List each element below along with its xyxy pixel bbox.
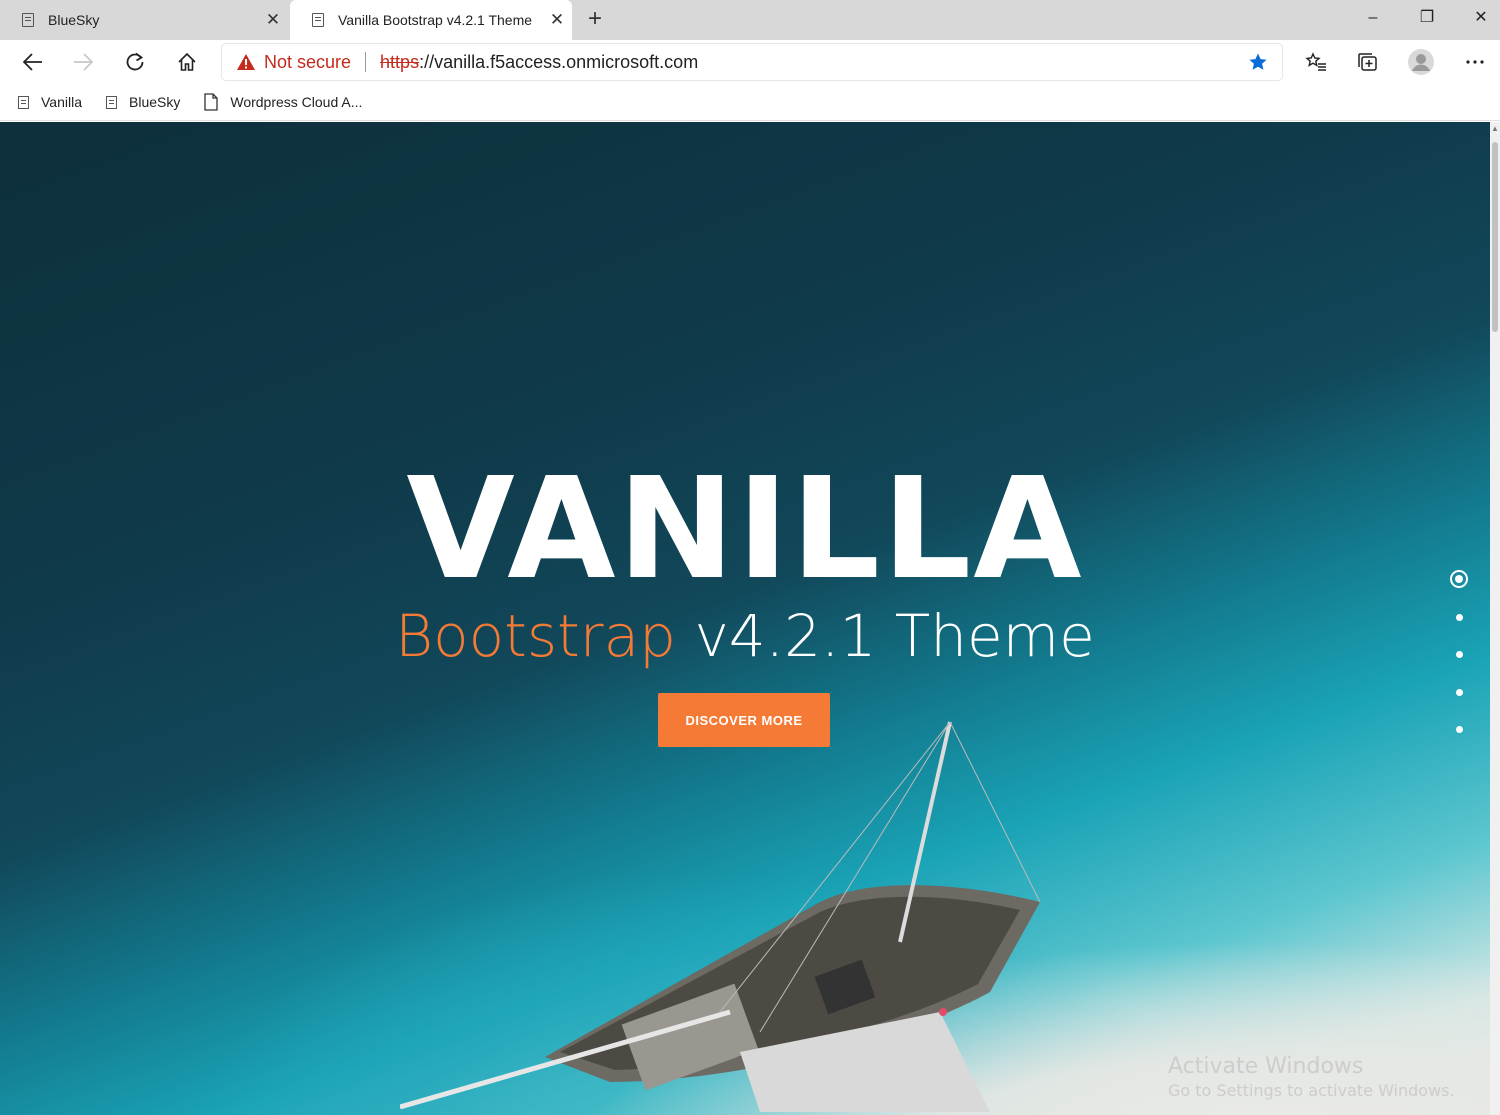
collections-button[interactable] [1351,46,1385,78]
page-icon [106,95,117,109]
security-status[interactable]: Not secure [264,52,351,73]
address-divider [365,52,367,72]
new-tab-button[interactable]: + [580,4,610,34]
address-bar[interactable]: Not secure https://vanilla.f5access.onmi… [222,44,1282,80]
bookmark-vanilla[interactable]: Vanilla [18,94,82,110]
bookmark-label: BlueSky [129,94,181,110]
page-icon [22,13,34,27]
bookmarks-bar: Vanilla BlueSky Wordpress Cloud A... [0,84,1500,121]
watermark-subtitle: Go to Settings to activate Windows. [1168,1081,1455,1100]
minimize-button[interactable]: – [1346,0,1400,36]
pagination-dot[interactable] [1456,651,1463,658]
hero-title: VANILLA [406,448,1084,611]
refresh-icon [126,52,144,71]
restore-button[interactable]: ❐ [1400,0,1454,36]
favorites-list-icon [1305,52,1326,71]
browser-window: BlueSky ✕ Vanilla Bootstrap v4.2.1 Theme… [0,0,1500,1115]
favorites-button[interactable] [1299,46,1333,78]
close-window-button[interactable]: ✕ [1454,0,1500,36]
pagination-dot[interactable] [1456,689,1463,696]
page-icon [18,95,29,109]
watermark-title: Activate Windows [1168,1054,1364,1079]
tab-close-icon[interactable]: ✕ [258,10,288,30]
bookmark-label: Wordpress Cloud A... [230,94,363,110]
home-icon [178,52,196,71]
tab-title: BlueSky [48,12,100,28]
home-button[interactable] [170,46,204,78]
bookmark-label: Vanilla [41,94,82,110]
url-text: ://vanilla.f5access.onmicrosoft.com [419,51,699,72]
tab-strip: BlueSky ✕ Vanilla Bootstrap v4.2.1 Theme… [0,0,1500,40]
tab-title: Vanilla Bootstrap v4.2.1 Theme [338,12,533,28]
more-menu-button[interactable] [1458,46,1492,78]
scroll-up-arrow-icon[interactable]: ▲ [1490,124,1500,134]
hero-subtitle-accent: Bootstrap [395,602,676,670]
scrollbar-thumb[interactable] [1492,142,1498,332]
back-button[interactable] [16,46,50,78]
discover-more-button[interactable]: DISCOVER MORE [658,693,830,747]
arrow-left-icon [23,53,42,71]
arrow-right-icon [74,53,93,71]
url-scheme: https [380,51,420,72]
tab-bluesky[interactable]: BlueSky ✕ [0,0,288,40]
warning-icon [237,54,255,70]
bookmark-bluesky[interactable]: BlueSky [106,94,180,110]
favorite-star-icon[interactable] [1248,52,1268,72]
pagination-dot-active[interactable] [1450,570,1468,588]
refresh-button[interactable] [118,46,152,78]
forward-button[interactable] [66,46,100,78]
profile-button[interactable] [1404,46,1438,78]
pagination-dot[interactable] [1456,726,1463,733]
page-icon [312,13,324,27]
collections-icon [1358,53,1377,71]
pagination-dot[interactable] [1456,614,1463,621]
vertical-scrollbar[interactable]: ▲ [1490,122,1500,1115]
browser-toolbar: Not secure https://vanilla.f5access.onmi… [0,40,1500,84]
bookmark-wordpress[interactable]: Wordpress Cloud A... [204,93,362,111]
boat-image [400,721,1041,1112]
hero-subtitle-rest: v4.2.1 Theme [694,602,1095,670]
more-dots-icon [1466,60,1484,64]
document-icon [204,93,219,111]
tab-close-icon[interactable]: ✕ [542,10,572,30]
avatar-icon [1408,49,1434,75]
hero-subtitle: Bootstrap v4.2.1 Theme [0,604,1490,668]
tab-vanilla[interactable]: Vanilla Bootstrap v4.2.1 Theme ✕ [290,0,572,40]
page-content: VANILLA Bootstrap v4.2.1 Theme DISCOVER … [0,122,1490,1115]
activate-windows-watermark: Activate Windows Go to Settings to activ… [1168,1054,1455,1100]
